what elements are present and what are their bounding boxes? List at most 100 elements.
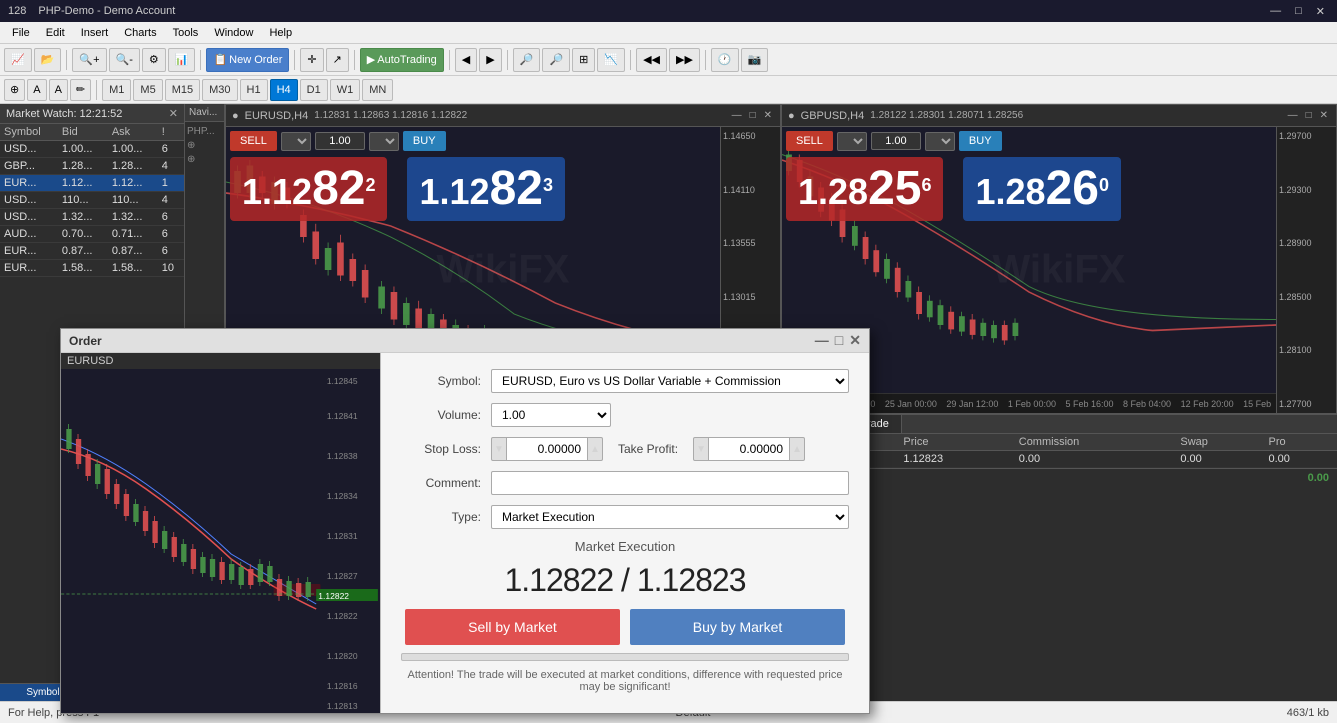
market-row-selected[interactable]: EUR... 1.12... 1.12... 1 xyxy=(0,175,184,192)
gbpusd-buy-main: 1.28260 xyxy=(975,165,1108,213)
close-btn[interactable]: ✕ xyxy=(1312,5,1329,18)
type-select[interactable]: Market Execution xyxy=(491,505,849,529)
chart-props-btn[interactable]: ⚙ xyxy=(142,48,166,72)
comment-input[interactable] xyxy=(491,471,849,495)
open-btn[interactable]: 📂 xyxy=(34,48,62,72)
eurusd-sell-dropdown[interactable] xyxy=(281,132,311,151)
tb2-draw-btn[interactable]: ✏ xyxy=(70,79,91,101)
nav-item-2[interactable]: ⊕ xyxy=(187,154,222,165)
market-watch-close[interactable]: ✕ xyxy=(169,107,178,120)
symbol-cell: EUR... xyxy=(0,175,58,192)
zoom-in-btn[interactable]: 🔍+ xyxy=(72,48,106,72)
volume-select[interactable]: 1.00 xyxy=(491,403,611,427)
gbpusd-buy-btn[interactable]: BUY xyxy=(959,131,1002,151)
nav-item-icon[interactable]: ⊕ xyxy=(187,140,222,151)
tf-d1[interactable]: D1 xyxy=(300,79,328,101)
tb2-nav-btn[interactable]: ⊕ xyxy=(4,79,25,101)
menu-window[interactable]: Window xyxy=(206,25,261,41)
gbpusd-price-input[interactable] xyxy=(871,132,921,150)
new-order-btn[interactable]: 📋 New Order xyxy=(206,48,289,72)
move-right-btn[interactable]: ▶▶ xyxy=(669,48,700,72)
grid-btn[interactable]: ⊞ xyxy=(572,48,595,72)
minimize-btn[interactable]: — xyxy=(1266,5,1285,18)
tp-decrement[interactable]: ▼ xyxy=(693,437,709,461)
tf-m1[interactable]: M1 xyxy=(102,79,131,101)
market-row[interactable]: USD... 110... 110... 4 xyxy=(0,192,184,209)
tf-h1[interactable]: H1 xyxy=(240,79,268,101)
tp-increment[interactable]: ▲ xyxy=(789,437,805,461)
market-row[interactable]: EUR... 1.58... 1.58... 10 xyxy=(0,260,184,277)
autotrading-label: AutoTrading xyxy=(377,54,437,66)
forward-btn[interactable]: ▶ xyxy=(479,48,501,72)
eurusd-minimize-btn[interactable]: — xyxy=(730,110,744,121)
tp-input[interactable] xyxy=(709,437,789,461)
market-row[interactable]: AUD... 0.70... 0.71... 6 xyxy=(0,226,184,243)
tb2-text-btn[interactable]: A xyxy=(27,79,46,101)
tf-h4[interactable]: H4 xyxy=(270,79,298,101)
move-left-btn[interactable]: ◀◀ xyxy=(636,48,667,72)
eurusd-price-input[interactable] xyxy=(315,132,365,150)
tf-m5[interactable]: M5 xyxy=(133,79,162,101)
maximize-btn[interactable]: □ xyxy=(1291,5,1306,18)
eurusd-sell-prefix: 1.12 xyxy=(242,171,312,212)
navigator-header: Navi... xyxy=(185,104,224,122)
tf-m15[interactable]: M15 xyxy=(165,79,200,101)
menu-charts[interactable]: Charts xyxy=(116,25,164,41)
eurusd-chart-titlebar: ● EURUSD,H4 1.12831 1.12863 1.12816 1.12… xyxy=(226,105,780,127)
eurusd-sell-btn[interactable]: SELL xyxy=(230,131,277,151)
volume-btn[interactable]: 📉 xyxy=(597,48,625,72)
sl-input[interactable] xyxy=(507,437,587,461)
autotrading-btn[interactable]: ▶ AutoTrading xyxy=(360,48,444,72)
market-row[interactable]: GBP... 1.28... 1.28... 4 xyxy=(0,158,184,175)
market-row[interactable]: EUR... 0.87... 0.87... 6 xyxy=(0,243,184,260)
tf-w1[interactable]: W1 xyxy=(330,79,361,101)
dialog-close-btn[interactable]: ✕ xyxy=(849,332,861,349)
buy-by-market-btn[interactable]: Buy by Market xyxy=(630,609,845,645)
menu-file[interactable]: File xyxy=(4,25,38,41)
zoom-out-btn[interactable]: 🔍- xyxy=(109,48,140,72)
market-row[interactable]: USD... 1.32... 1.32... 6 xyxy=(0,209,184,226)
sell-by-market-btn[interactable]: Sell by Market xyxy=(405,609,620,645)
gbpusd-close-btn[interactable]: ✕ xyxy=(1318,110,1330,121)
order-chart-svg: 1.12845 1.12841 1.12838 1.12834 1.12831 … xyxy=(61,369,380,709)
crosshair-btn[interactable]: ✛ xyxy=(300,48,323,72)
gbpusd-vol-dropdown[interactable] xyxy=(925,132,955,151)
dialog-minimize-btn[interactable]: — xyxy=(815,332,829,349)
sl-increment[interactable]: ▲ xyxy=(587,437,603,461)
dialog-maximize-btn[interactable]: □ xyxy=(835,332,843,349)
screenshot-btn[interactable]: 📷 xyxy=(741,48,769,72)
market-row[interactable]: USD... 1.00... 1.00... 6 xyxy=(0,141,184,158)
menu-help[interactable]: Help xyxy=(261,25,300,41)
zoom-out2-btn[interactable]: 🔎 xyxy=(542,48,570,72)
zoom-chart-btn[interactable]: 🔎 xyxy=(513,48,541,72)
menu-insert[interactable]: Insert xyxy=(73,25,117,41)
tb2-bold-btn[interactable]: A xyxy=(49,79,68,101)
window-controls[interactable]: — □ ✕ xyxy=(1266,5,1329,18)
new-chart-btn[interactable]: 📈 xyxy=(4,48,32,72)
tf-m30[interactable]: M30 xyxy=(202,79,237,101)
back-btn[interactable]: ◀ xyxy=(455,48,477,72)
sl-decrement[interactable]: ▼ xyxy=(491,437,507,461)
arrow-btn[interactable]: ↗ xyxy=(326,48,349,72)
gbpusd-sell-btn[interactable]: SELL xyxy=(786,131,833,151)
toolbar2-sep xyxy=(96,80,97,100)
gbpusd-sell-dropdown[interactable] xyxy=(837,132,867,151)
gbpusd-minimize-btn[interactable]: — xyxy=(1286,110,1300,121)
toolbar-sep-2 xyxy=(200,50,201,70)
ask-cell: 1.58... xyxy=(108,260,158,277)
symbol-select[interactable]: EURUSD, Euro vs US Dollar Variable + Com… xyxy=(491,369,849,393)
eurusd-close-btn[interactable]: ✕ xyxy=(762,110,774,121)
gbpusd-sell-digits: 25 xyxy=(868,162,921,215)
eurusd-restore-btn[interactable]: □ xyxy=(748,110,758,121)
menu-tools[interactable]: Tools xyxy=(165,25,207,41)
indicators-btn[interactable]: 📊 xyxy=(168,48,196,72)
eurusd-big-prices: 1.12822 1.12823 xyxy=(230,157,565,221)
gbpusd-restore-btn[interactable]: □ xyxy=(1304,110,1314,121)
clock-btn[interactable]: 🕐 xyxy=(711,48,739,72)
nav-item[interactable]: PHP... xyxy=(187,126,222,137)
eurusd-buy-btn[interactable]: BUY xyxy=(403,131,446,151)
eurusd-vol-dropdown[interactable] xyxy=(369,132,399,151)
menu-edit[interactable]: Edit xyxy=(38,25,73,41)
gbpusd-big-buy: 1.28260 xyxy=(963,157,1120,221)
tf-mn[interactable]: MN xyxy=(362,79,393,101)
